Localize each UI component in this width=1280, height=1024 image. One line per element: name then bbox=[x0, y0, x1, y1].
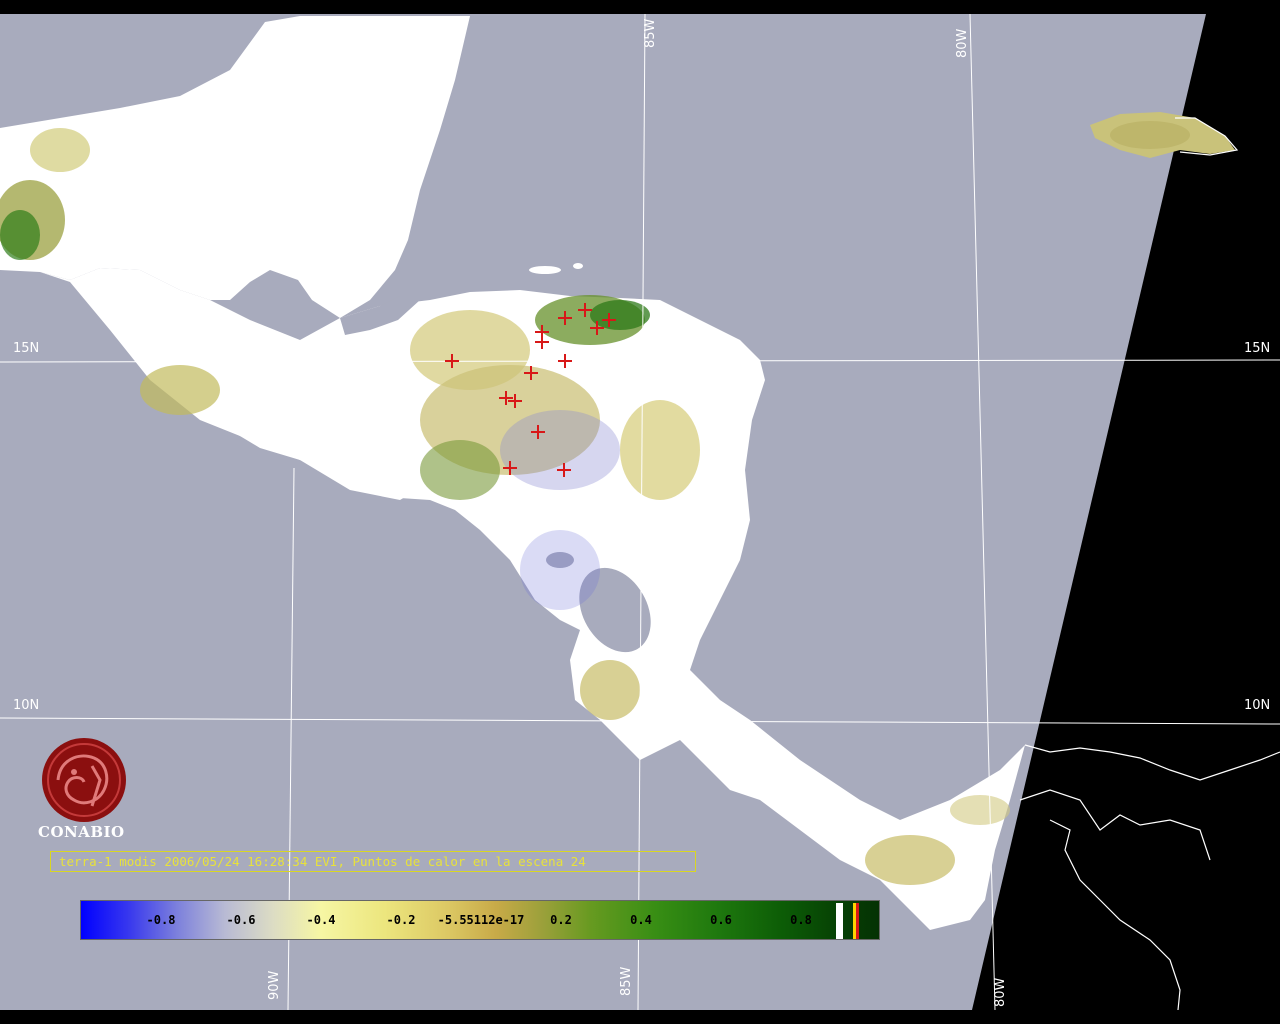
lon-label-80w-top: 80W bbox=[955, 28, 970, 58]
colorbar-tick-label: 0.4 bbox=[630, 913, 652, 927]
colorbar-tick-label: 0.8 bbox=[790, 913, 812, 927]
colorbar-tick-label: 0.6 bbox=[710, 913, 732, 927]
lat-label-15n-right: 15N bbox=[1244, 341, 1271, 356]
lon-label-85w-bottom: 85W bbox=[619, 966, 634, 996]
colorbar-tick-label: -5.55112e-17 bbox=[437, 913, 525, 927]
colorbar-tick-label: 0.2 bbox=[550, 913, 572, 927]
lon-label-80w-bottom: 80W bbox=[993, 977, 1008, 1007]
lon-label-90w-bottom: 90W bbox=[267, 970, 282, 1000]
island-bay-1 bbox=[529, 266, 561, 274]
colorbar-tick-label: -0.6 bbox=[226, 913, 256, 927]
lat-label-15n-left: 15N bbox=[13, 341, 40, 356]
colorbar-tick-label: -0.2 bbox=[386, 913, 416, 927]
island-bay-2 bbox=[573, 263, 583, 269]
evi-colorbar: -0.8 -0.6 -0.4 -0.2 -5.55112e-17 0.2 0.4… bbox=[80, 900, 880, 940]
colorbar-swatch-hotspot bbox=[856, 903, 859, 939]
scene-caption: terra-1 modis 2006/05/24 16:28:34 EVI, P… bbox=[50, 851, 696, 872]
colorbar-swatch-land bbox=[836, 903, 843, 939]
conabio-logo-text: CONABIO bbox=[38, 823, 125, 841]
lat-label-10n-left: 10N bbox=[13, 698, 40, 713]
lon-label-85w-top: 85W bbox=[643, 18, 658, 48]
lat-label-10n-right: 10N bbox=[1244, 698, 1271, 713]
colorbar-tick-label: -0.4 bbox=[306, 913, 336, 927]
colorbar-tick-label: -0.8 bbox=[146, 913, 176, 927]
